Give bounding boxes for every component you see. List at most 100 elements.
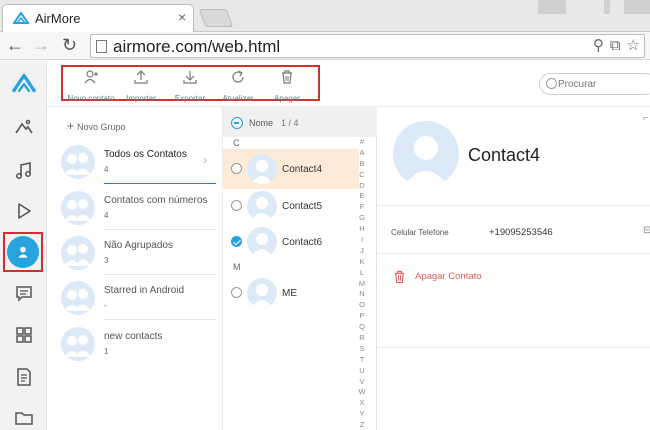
zoom-icon[interactable]: ⚲ (593, 37, 604, 55)
window-close-button[interactable] (624, 0, 650, 14)
alpha-index-letter[interactable]: O (355, 300, 369, 311)
alpha-index-letter[interactable]: B (355, 159, 369, 170)
message-icon[interactable]: ⊟ (643, 225, 650, 236)
section-letter: C (233, 138, 240, 148)
contact-row[interactable]: ME (223, 273, 359, 313)
refresh-label: Atualizar (222, 94, 254, 103)
window-maximize-button[interactable] (604, 0, 610, 14)
section-letter: M (233, 262, 241, 272)
bookmark-star-icon[interactable]: ☆ (627, 37, 640, 55)
group-count: 3 (104, 256, 109, 265)
alpha-index-letter[interactable]: I (355, 235, 369, 246)
new-tab-button[interactable] (198, 9, 234, 27)
search-input[interactable] (558, 76, 648, 92)
airmore-logo-icon[interactable] (0, 65, 47, 101)
contacts-nav-button[interactable] (3, 232, 43, 272)
trash-icon (394, 270, 405, 284)
tab-title: AirMore (35, 11, 81, 26)
alpha-index-letter[interactable]: C (355, 170, 369, 181)
delete-button[interactable]: Apagar (257, 69, 317, 106)
group-name: Todos os Contatos (104, 149, 187, 160)
reload-icon[interactable]: ↻ (62, 34, 77, 56)
alpha-index-letter[interactable]: H (355, 224, 369, 235)
alpha-index-letter[interactable]: G (355, 213, 369, 224)
group-count: 1 (104, 347, 109, 356)
person-icon (7, 236, 39, 268)
grid-icon[interactable] (0, 317, 47, 353)
alpha-index-letter[interactable]: Y (355, 409, 369, 420)
alpha-index-letter[interactable]: X (355, 398, 369, 409)
alpha-index-letter[interactable]: A (355, 148, 369, 159)
alpha-index-letter[interactable]: J (355, 246, 369, 257)
alphabet-index: # A B C D E F G H I J K L M N O P Q R S … (355, 137, 369, 430)
contact-avatar-icon (247, 154, 277, 184)
contact-row[interactable]: Contact5 (223, 186, 359, 226)
group-item[interactable]: Contatos com números 4 (61, 187, 216, 230)
alpha-index-letter[interactable]: V (355, 377, 369, 388)
alpha-index-letter[interactable]: W (355, 387, 369, 398)
alpha-index-letter[interactable]: # (355, 137, 369, 148)
contact-detail-name: Contact4 (468, 145, 541, 165)
group-count: 4 (104, 165, 109, 174)
alpha-index-letter[interactable]: D (355, 181, 369, 192)
delete-contact-button[interactable]: Apagar Contato (393, 270, 482, 289)
contact-checkbox[interactable] (231, 163, 242, 174)
music-note-icon[interactable] (0, 153, 47, 189)
alpha-index-letter[interactable]: N (355, 289, 369, 300)
contact-avatar-icon (247, 227, 277, 257)
alpha-index-letter[interactable]: S (355, 344, 369, 355)
contact-name: Contact6 (282, 237, 323, 248)
alpha-index-letter[interactable]: E (355, 191, 369, 202)
alpha-index-letter[interactable]: Z (355, 420, 369, 430)
translate-icon[interactable]: ⧉ (610, 37, 621, 55)
trash-icon (257, 69, 317, 87)
group-item[interactable]: Todos os Contatos 4 › (61, 141, 216, 184)
phone-value: +19095253546 (489, 227, 553, 238)
alpha-index-letter[interactable]: R (355, 333, 369, 344)
forward-arrow-icon[interactable]: → (32, 34, 50, 56)
alpha-index-letter[interactable]: K (355, 257, 369, 268)
address-bar[interactable]: airmore.com/web.html ⚲ ⧉ ☆ (90, 34, 645, 58)
page-icon (96, 40, 107, 53)
contact-avatar-icon (247, 278, 277, 308)
group-avatar-icon (61, 191, 95, 225)
alpha-index-letter[interactable]: T (355, 355, 369, 366)
group-item[interactable]: new contacts 1 (61, 323, 216, 365)
document-icon[interactable] (0, 359, 47, 395)
group-item[interactable]: Não Agrupados 3 (61, 232, 216, 275)
group-divider (104, 229, 216, 230)
contact-checkbox[interactable] (231, 236, 242, 247)
group-name: Não Agrupados (104, 240, 173, 251)
alpha-index-letter[interactable]: Q (355, 322, 369, 333)
mountain-icon[interactable] (0, 109, 47, 145)
play-icon[interactable] (0, 193, 47, 229)
folder-icon[interactable] (0, 400, 47, 430)
search-box[interactable] (539, 73, 650, 95)
alpha-index-letter[interactable]: F (355, 202, 369, 213)
alpha-index-letter[interactable]: U (355, 366, 369, 377)
contact-name: ME (282, 288, 297, 299)
sort-by-name[interactable]: Nome (249, 118, 273, 128)
contact-checkbox[interactable] (231, 287, 242, 298)
group-divider (104, 274, 216, 275)
contact-row[interactable]: Contact4 (223, 149, 359, 189)
back-arrow-icon[interactable]: ← (6, 34, 24, 56)
new-group-button[interactable]: + Novo Grupo (67, 119, 126, 133)
chevron-right-icon: › (203, 152, 208, 167)
alpha-index-letter[interactable]: M (355, 279, 369, 290)
edit-icon[interactable]: ⌐ (643, 113, 649, 124)
group-divider (104, 319, 216, 320)
url-text[interactable]: airmore.com/web.html (113, 37, 280, 57)
alpha-index-letter[interactable]: P (355, 311, 369, 322)
select-all-checkbox[interactable] (231, 117, 243, 129)
browser-tab-bar: AirMore × (0, 0, 650, 32)
contacts-list-panel: Nome 1 / 4 C Contact4 Contact5 Contact6 … (222, 107, 377, 430)
browser-tab[interactable]: AirMore × (2, 4, 194, 32)
contact-checkbox[interactable] (231, 200, 242, 211)
window-minimize-button[interactable] (538, 0, 566, 14)
chat-icon[interactable] (0, 276, 47, 312)
contact-row[interactable]: Contact6 (223, 222, 359, 262)
tab-close-icon[interactable]: × (178, 9, 186, 25)
alpha-index-letter[interactable]: L (355, 268, 369, 279)
group-item[interactable]: Starred in Android - (61, 277, 216, 320)
